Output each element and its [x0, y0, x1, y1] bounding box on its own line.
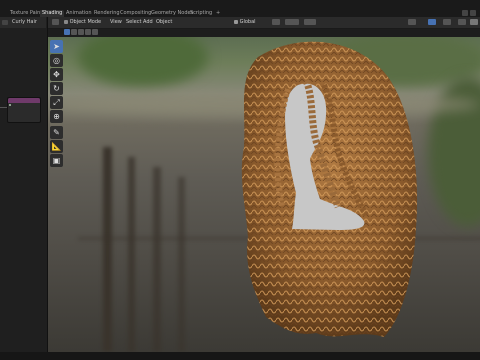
- curly-hair-model[interactable]: [188, 37, 428, 352]
- editor-type-icon[interactable]: [2, 20, 8, 25]
- scene-selector-icon[interactable]: [462, 10, 476, 17]
- menu-object[interactable]: Object: [156, 19, 172, 25]
- fence-post: [178, 177, 185, 352]
- node-editor-panel[interactable]: Curly Hair: [0, 17, 48, 352]
- tab-animation[interactable]: Animation: [64, 10, 94, 17]
- tool-shelf: ➤ ◎ ✥ ↻ ⤢ ⊕ ✎ 📐 ▣: [50, 40, 64, 168]
- transform-orientation[interactable]: Global: [234, 19, 256, 25]
- xray-icon[interactable]: [458, 19, 466, 25]
- rotate-icon[interactable]: ↻: [50, 82, 63, 95]
- tab-texture-paint[interactable]: Texture Paint: [8, 10, 44, 17]
- menu-add[interactable]: Add: [143, 19, 153, 25]
- editor-type-icon[interactable]: [52, 19, 59, 25]
- shading-mode-icon[interactable]: [470, 19, 478, 25]
- transform-icon[interactable]: ⊕: [50, 110, 63, 123]
- move-icon[interactable]: ✥: [50, 68, 63, 81]
- material-node[interactable]: [7, 97, 41, 123]
- fence-post: [153, 167, 161, 352]
- gizmo-toggle-icon[interactable]: [428, 19, 436, 25]
- cursor-select-icon[interactable]: ➤: [50, 40, 63, 53]
- menu-view[interactable]: View: [110, 19, 122, 25]
- tab-scripting[interactable]: Scripting: [188, 10, 214, 17]
- orientation-label: Global: [239, 19, 256, 25]
- select-invert-icon[interactable]: [85, 29, 91, 35]
- select-intersect-icon[interactable]: [92, 29, 98, 35]
- 3d-viewport[interactable]: [48, 37, 480, 352]
- pivot-point-icon[interactable]: [272, 19, 280, 25]
- snap-icon[interactable]: [285, 19, 299, 25]
- overlay-icon[interactable]: [443, 19, 451, 25]
- add-cube-icon[interactable]: ▣: [50, 154, 63, 167]
- mode-label: Object Mode: [69, 19, 102, 25]
- select-extend-icon[interactable]: [71, 29, 77, 35]
- scale-icon[interactable]: ⤢: [50, 96, 63, 109]
- annotate-icon[interactable]: ✎: [50, 126, 63, 139]
- tab-shading[interactable]: Shading: [40, 10, 65, 17]
- visibility-icon[interactable]: [408, 19, 416, 25]
- select-subtract-icon[interactable]: [78, 29, 84, 35]
- select-new-icon[interactable]: [64, 29, 70, 35]
- measure-icon[interactable]: 📐: [50, 140, 63, 153]
- workspace-tab-bar: Texture Paint Shading Animation Renderin…: [0, 0, 480, 17]
- add-workspace-button[interactable]: +: [214, 10, 222, 17]
- fence-post: [103, 147, 112, 352]
- cursor-3d-icon[interactable]: ◎: [50, 54, 63, 67]
- object-name-field[interactable]: Curly Hair: [12, 19, 37, 25]
- node-title: [8, 98, 40, 103]
- mode-selector[interactable]: Object Mode: [64, 19, 101, 25]
- proportional-edit-icon[interactable]: [304, 19, 316, 25]
- menu-select[interactable]: Select: [126, 19, 141, 25]
- status-bar: [0, 352, 480, 360]
- select-mode-row: [48, 28, 480, 37]
- node-editor-header: Curly Hair: [0, 17, 46, 28]
- node-link: [0, 107, 7, 108]
- fence-post: [128, 157, 135, 352]
